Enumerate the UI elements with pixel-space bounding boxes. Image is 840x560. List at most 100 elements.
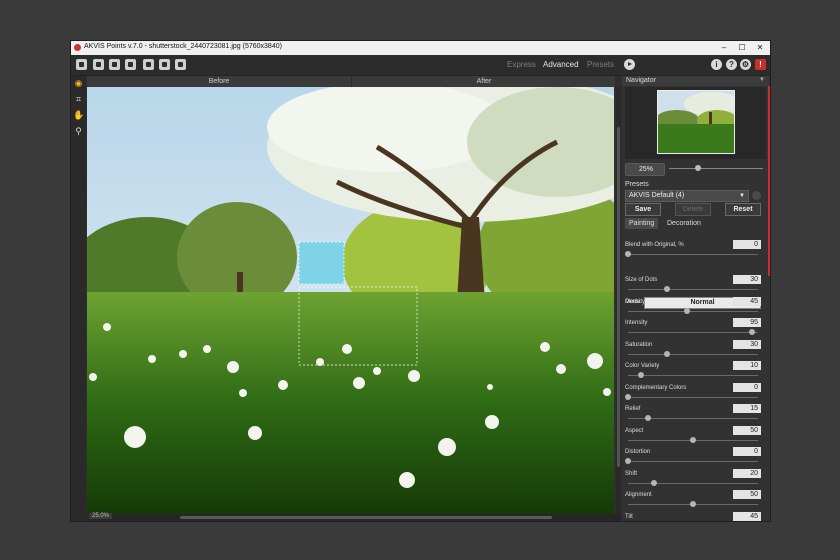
param-value-input[interactable]: 30: [733, 340, 761, 349]
mode-presets[interactable]: Presets: [587, 60, 614, 69]
param-value-input[interactable]: 0: [733, 240, 761, 249]
main-toolbar: Express Advanced Presets i ? ⚙ !: [71, 55, 770, 76]
param-value-input[interactable]: 15: [733, 404, 761, 413]
tools-bar: ◉ ⌗ ✋ ⚲: [71, 76, 86, 521]
param-label: Complementary Colors: [625, 385, 687, 391]
param-value-input[interactable]: 10: [733, 361, 761, 370]
param-slider-knob[interactable]: [748, 329, 755, 335]
param-slider-knob[interactable]: [664, 351, 670, 357]
param-label: Shift: [625, 471, 638, 477]
run-play-icon[interactable]: [624, 59, 635, 70]
param-label: Alignment: [625, 492, 652, 498]
title-bar: AKVIS Points v.7.0 - shutterstock_244072…: [71, 41, 770, 55]
param-slider-knob[interactable]: [690, 437, 696, 443]
param-value-input[interactable]: 30: [733, 275, 761, 284]
mode-advanced[interactable]: Advanced: [543, 60, 579, 69]
maximize-button[interactable]: ☐: [735, 42, 749, 54]
param-value-input[interactable]: 50: [733, 426, 761, 435]
param-slider-track[interactable]: [628, 289, 758, 290]
param-slider-track[interactable]: [628, 311, 758, 312]
image-canvas[interactable]: [87, 87, 614, 514]
navigator-preview[interactable]: [625, 87, 766, 159]
akvis-logo-icon: [74, 44, 81, 51]
param-value-input[interactable]: 0: [733, 447, 761, 456]
param-slider-track[interactable]: [628, 375, 758, 376]
horizontal-scrollbar[interactable]: [180, 516, 552, 519]
param-value-input[interactable]: 45: [733, 297, 761, 306]
crop-icon[interactable]: ⌗: [73, 94, 84, 105]
navigator-zoom-row: 25%: [625, 163, 766, 176]
help-icon[interactable]: ?: [726, 59, 737, 70]
scroll-thumb[interactable]: [617, 127, 620, 467]
settings-icon[interactable]: ⚙: [740, 59, 751, 70]
param-row: Color Variety 10: [625, 361, 763, 382]
param-value-input[interactable]: 0: [733, 383, 761, 392]
param-slider-track[interactable]: [628, 397, 758, 398]
home-icon[interactable]: [76, 59, 87, 70]
param-label: Color Variety: [625, 363, 660, 369]
reset-preset-button[interactable]: Reset: [725, 203, 761, 216]
favorite-heart-icon[interactable]: [752, 191, 761, 200]
save-file-icon[interactable]: [109, 59, 120, 70]
settings-panel: Navigator ▼ 25% Presets AKVIS Default (4…: [622, 76, 769, 521]
param-row: Intensity 95: [625, 318, 763, 339]
param-row: Tilt 45: [625, 512, 763, 521]
minimize-button[interactable]: –: [717, 42, 731, 54]
param-slider-track[interactable]: [628, 483, 758, 484]
param-value-input[interactable]: 45: [733, 512, 761, 521]
zoom-select[interactable]: 25%: [625, 163, 665, 176]
tab-before[interactable]: Before: [87, 76, 351, 87]
collapse-arrow-icon[interactable]: ▼: [759, 77, 765, 83]
hand-icon[interactable]: ✋: [73, 110, 84, 121]
param-slider-knob[interactable]: [664, 286, 670, 292]
param-value-input[interactable]: 95: [733, 318, 761, 327]
zoom-slider-track[interactable]: [669, 168, 763, 169]
status-bar: 25.0%: [87, 513, 621, 521]
navigator-title: Navigator: [626, 77, 656, 84]
close-button[interactable]: ✕: [753, 42, 767, 54]
param-row: Density 45: [625, 297, 763, 318]
panel-edge-accent: [768, 86, 770, 276]
param-slider-knob[interactable]: [683, 308, 690, 314]
zoom-slider-knob[interactable]: [695, 165, 702, 171]
presets-title: Presets: [625, 181, 649, 188]
param-label: Saturation: [625, 342, 653, 348]
param-row: Aspect 50: [625, 426, 763, 447]
param-label: Intensity: [625, 320, 648, 326]
zoom-icon[interactable]: ⚲: [73, 126, 84, 137]
batch-icon[interactable]: [159, 59, 170, 70]
param-value-input[interactable]: 20: [733, 469, 761, 478]
param-slider-knob[interactable]: [625, 394, 631, 400]
param-slider-knob[interactable]: [644, 415, 651, 421]
delete-preset-button[interactable]: Delete: [675, 203, 711, 216]
open-file-icon[interactable]: [93, 59, 104, 70]
settings-subtabs: Painting Decoration: [625, 218, 766, 229]
param-value-input[interactable]: 50: [733, 490, 761, 499]
param-row: Saturation 30: [625, 340, 763, 361]
param-slider-track[interactable]: [628, 332, 758, 333]
param-slider-track[interactable]: [628, 254, 758, 255]
param-slider-knob[interactable]: [638, 372, 644, 378]
param-slider-knob[interactable]: [690, 501, 696, 507]
save-preset-button[interactable]: Save: [625, 203, 661, 216]
mode-express[interactable]: Express: [507, 60, 536, 69]
param-slider-knob[interactable]: [651, 480, 657, 486]
param-slider-knob[interactable]: [625, 251, 631, 257]
param-slider-knob[interactable]: [625, 458, 631, 464]
info-icon[interactable]: i: [711, 59, 722, 70]
plugin-icon[interactable]: [175, 59, 186, 70]
param-slider-track[interactable]: [628, 354, 758, 355]
param-slider-track[interactable]: [628, 461, 758, 462]
window-title: AKVIS Points v.7.0 - shutterstock_244072…: [84, 43, 282, 50]
notification-icon[interactable]: !: [755, 59, 766, 70]
eye-icon[interactable]: ◉: [73, 78, 84, 89]
tab-decoration[interactable]: Decoration: [663, 218, 705, 229]
tab-painting[interactable]: Painting: [625, 218, 659, 229]
param-row: Alignment 50: [625, 490, 763, 511]
print-icon[interactable]: [125, 59, 136, 70]
tab-after[interactable]: After: [351, 76, 616, 87]
param-row: Blend with Original, % 0: [625, 240, 763, 261]
preset-select[interactable]: AKVIS Default (4) ▼: [625, 190, 749, 202]
share-icon[interactable]: [143, 59, 154, 70]
vertical-scrollbar[interactable]: [616, 87, 621, 514]
